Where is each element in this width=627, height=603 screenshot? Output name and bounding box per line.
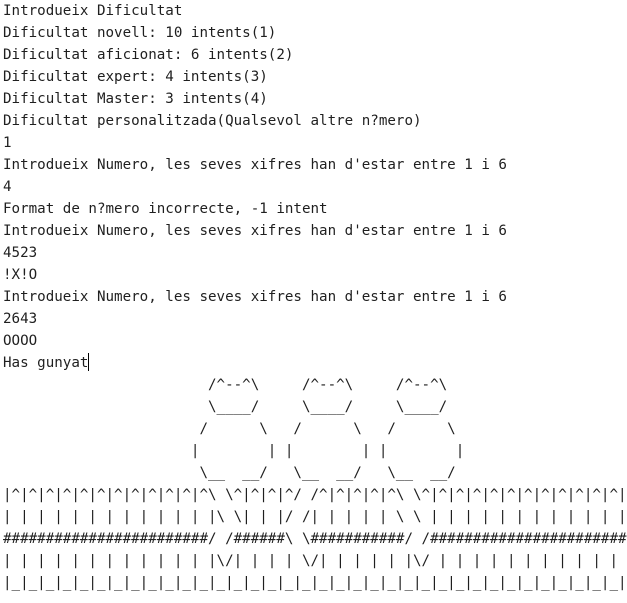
ascii-art-line: |^|^|^|^|^|^|^|^|^|^|^|^\ \^|^|^|^/ /^|^… bbox=[3, 487, 627, 503]
ascii-art-line: | | | | | | | | | | | | |\/| | | | \/| |… bbox=[3, 553, 627, 569]
console-line-text: Dificultat Master: 3 intents(4) bbox=[3, 91, 268, 107]
console-line: !X!O bbox=[3, 264, 627, 286]
console-last-line: Has gunyat bbox=[3, 352, 627, 374]
console-text: Introdueix Dificultat Dificultat novell: … bbox=[3, 0, 627, 374]
console-line-text: Introdueix Numero, les seves xifres han … bbox=[3, 289, 507, 305]
console-line: Dificultat expert: 4 intents(3) bbox=[3, 66, 627, 88]
console-line-text: Has gunyat bbox=[3, 355, 89, 371]
console-line: 4 bbox=[3, 176, 627, 198]
console-line-text: Introdueix Dificultat bbox=[3, 3, 183, 19]
console-line-text: 4523 bbox=[3, 245, 38, 261]
console-line: Introdueix Dificultat bbox=[3, 0, 627, 22]
ascii-art-cats: /^--^\ /^--^\ /^--^\ \____/ \____/ \____… bbox=[3, 374, 627, 594]
console-line-text: Dificultat novell: 10 intents(1) bbox=[3, 25, 277, 41]
ascii-art-line: \__ __/ \__ __/ \__ __/ bbox=[3, 465, 456, 481]
ascii-art-line: / \ / \ / \ bbox=[3, 421, 456, 437]
console-line-text: 1 bbox=[3, 135, 12, 151]
text-cursor bbox=[88, 353, 90, 371]
console-line: Dificultat novell: 10 intents(1) bbox=[3, 22, 627, 44]
console-line-text: 4 bbox=[3, 179, 12, 195]
console-line: Introdueix Numero, les seves xifres han … bbox=[3, 220, 627, 242]
console-line-text: !X!O bbox=[3, 267, 38, 283]
ascii-art-line: | | | | | | | | | | | | |\ \| | |/ /| | … bbox=[3, 509, 627, 525]
console-line: 4523 bbox=[3, 242, 627, 264]
console-line: Dificultat personalitzada(Qualsevol altr… bbox=[3, 110, 627, 132]
ascii-art-line: ########################/ /######\ \####… bbox=[3, 531, 627, 547]
console-line-text: Dificultat expert: 4 intents(3) bbox=[3, 69, 268, 85]
ascii-art-line: /^--^\ /^--^\ /^--^\ bbox=[3, 377, 448, 393]
console-line-text: Dificultat aficionat: 6 intents(2) bbox=[3, 47, 294, 63]
console-line: Dificultat Master: 3 intents(4) bbox=[3, 88, 627, 110]
console-line-text: OOOO bbox=[3, 333, 38, 349]
console-line-text: Introdueix Numero, les seves xifres han … bbox=[3, 223, 507, 239]
console-line: 1 bbox=[3, 132, 627, 154]
console-line: Format de n?mero incorrecte, -1 intent bbox=[3, 198, 627, 220]
console-line: OOOO bbox=[3, 330, 627, 352]
console-line: Introdueix Numero, les seves xifres han … bbox=[3, 286, 627, 308]
console-line-text: Format de n?mero incorrecte, -1 intent bbox=[3, 201, 328, 217]
console-line-text: Introdueix Numero, les seves xifres han … bbox=[3, 157, 507, 173]
ascii-art-line: \____/ \____/ \____/ bbox=[3, 399, 448, 415]
console-line-text: 2643 bbox=[3, 311, 38, 327]
console-line: Introdueix Numero, les seves xifres han … bbox=[3, 154, 627, 176]
console-line-text: Dificultat personalitzada(Qualsevol altr… bbox=[3, 113, 422, 129]
ascii-art-line: |_|_|_|_|_|_|_|_|_|_|_|_|_|_|_|_|_|_|_|_… bbox=[3, 575, 627, 591]
ascii-art-line: | | | | | | bbox=[3, 443, 465, 459]
console-line: Dificultat aficionat: 6 intents(2) bbox=[3, 44, 627, 66]
console-line: 2643 bbox=[3, 308, 627, 330]
console-output[interactable]: Introdueix Dificultat Dificultat novell: … bbox=[3, 0, 627, 603]
